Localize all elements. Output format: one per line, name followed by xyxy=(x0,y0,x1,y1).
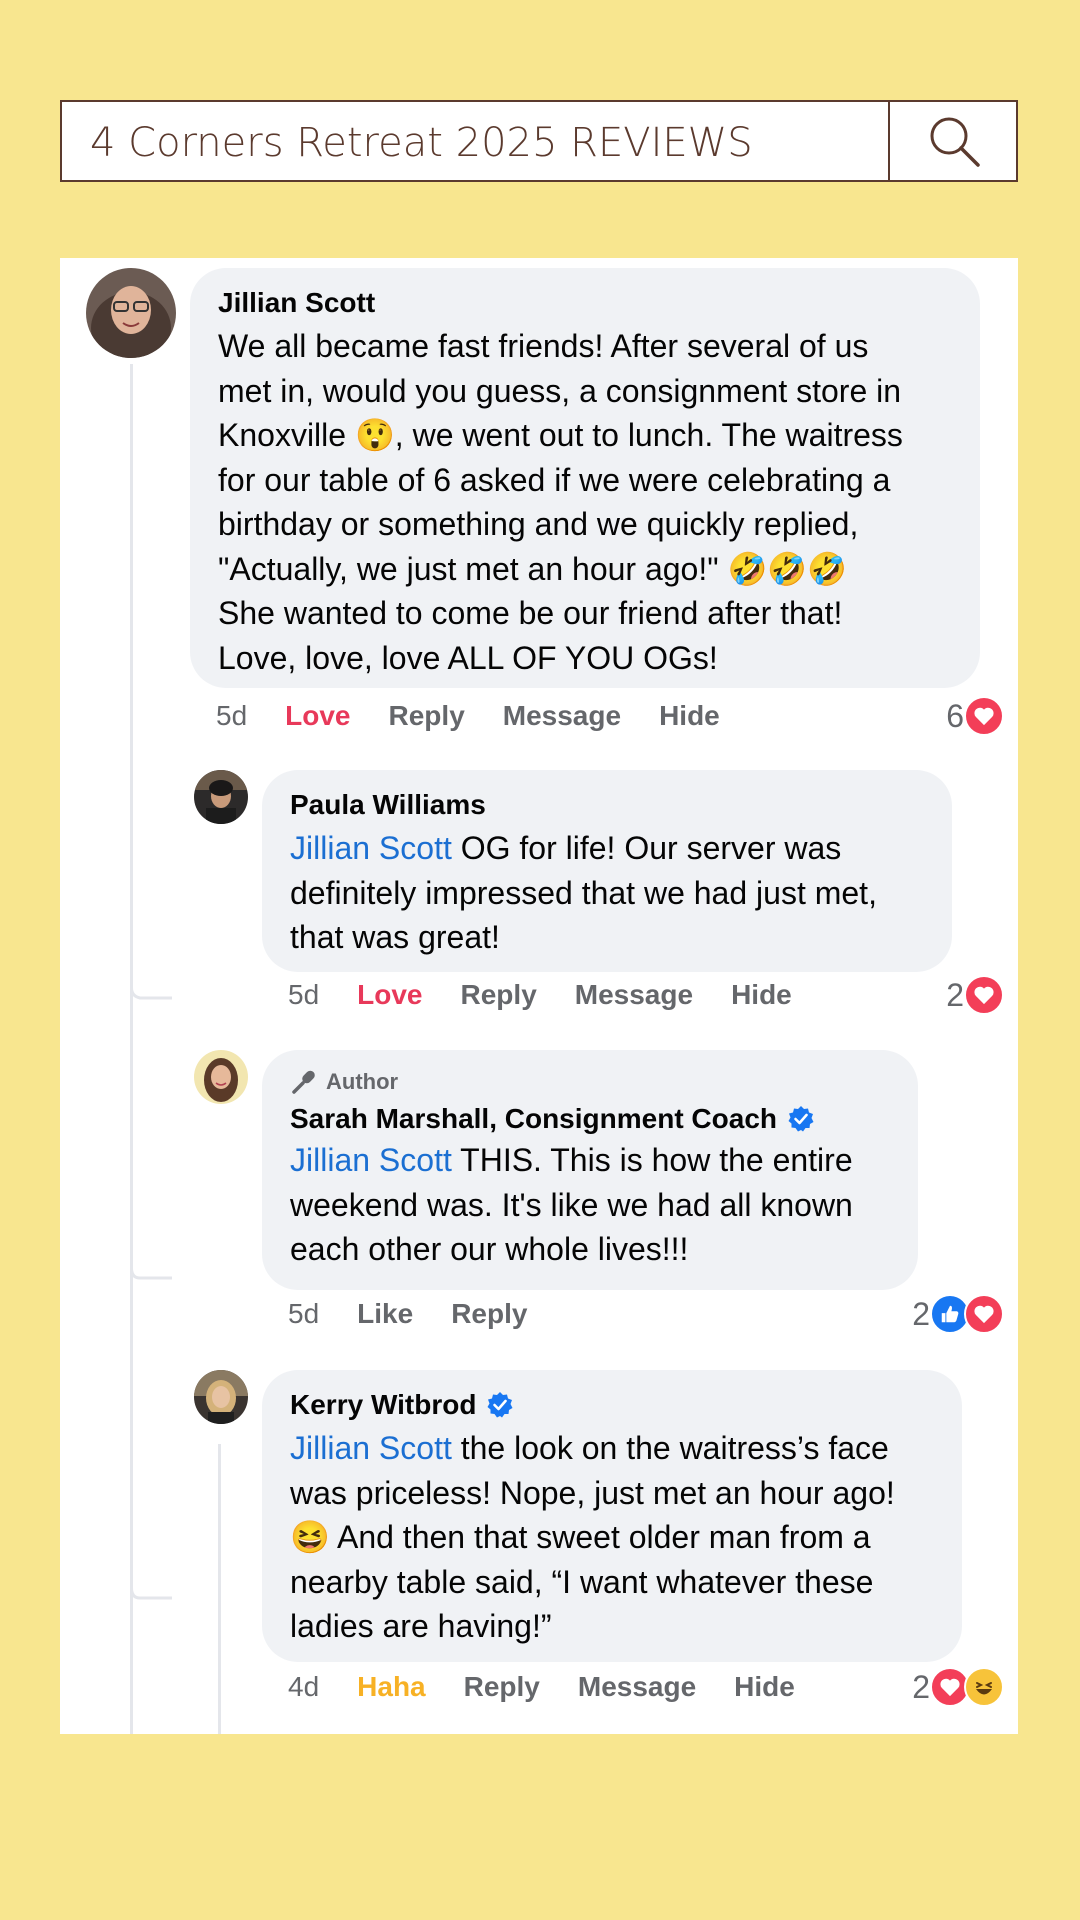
comment-bubble: Kerry Witbrod Jillian Scott the look on … xyxy=(262,1370,962,1662)
thread-connectors xyxy=(130,958,172,1600)
mention-link[interactable]: Jillian Scott xyxy=(290,1430,452,1466)
search-input[interactable]: 4 Corners Retreat 2025 REVIEWS xyxy=(90,102,753,180)
comment-line: nearby table said, “I want whatever thes… xyxy=(290,1563,874,1600)
timestamp[interactable]: 4d xyxy=(288,1671,319,1703)
comment-line: Love, love, love ALL OF YOU OGs! xyxy=(218,639,718,676)
comment-text: Jillian Scott OG for life! Our server wa… xyxy=(290,826,924,960)
love-button[interactable]: Love xyxy=(357,979,422,1011)
reaction-count: 2 xyxy=(912,1668,930,1705)
reaction-count: 6 xyxy=(946,697,964,734)
comment-line: for our table of 6 asked if we were cele… xyxy=(218,461,891,498)
comment-line: met in, would you guess, a consignment s… xyxy=(218,372,902,409)
commenter-name-row: Kerry Witbrod xyxy=(290,1388,934,1422)
comment-actions: 5d Love Reply Message Hide xyxy=(216,700,720,732)
comment-line: that was great! xyxy=(290,919,500,955)
reaction-summary[interactable]: 2 xyxy=(946,975,1004,1015)
reaction-summary[interactable]: 2 xyxy=(912,1294,1004,1334)
comment-panel: Jillian Scott We all became fast friends… xyxy=(60,258,1018,1734)
reply-button[interactable]: Reply xyxy=(451,1298,527,1330)
comment-bubble: Jillian Scott We all became fast friends… xyxy=(190,268,980,688)
search-bar[interactable]: 4 Corners Retreat 2025 REVIEWS xyxy=(60,100,1018,182)
avatar-jillian-scott[interactable] xyxy=(86,268,176,358)
commenter-name[interactable]: Kerry Witbrod xyxy=(290,1388,476,1422)
search-button[interactable] xyxy=(890,102,1018,180)
timestamp[interactable]: 5d xyxy=(288,1298,319,1330)
comment-bubble: Paula Williams Jillian Scott OG for life… xyxy=(262,770,952,972)
comment-line: ladies are having!” xyxy=(290,1608,552,1644)
search-icon xyxy=(930,117,980,167)
commenter-name-row: Sarah Marshall, Consignment Coach xyxy=(290,1102,890,1136)
comment-actions: 5d Like Reply xyxy=(288,1298,527,1330)
verified-badge-icon xyxy=(787,1105,815,1133)
comment-line-text: the look on the waitress’s face xyxy=(451,1430,889,1466)
comment-line: definitely impressed that we had just me… xyxy=(290,874,877,911)
love-button[interactable]: Love xyxy=(285,700,350,732)
comment-line: each other our whole lives!!! xyxy=(290,1231,689,1267)
comment-line-text: THIS. This is how the entire xyxy=(451,1142,853,1178)
reaction-count: 2 xyxy=(946,976,964,1013)
comment-line: Jillian Scott OG for life! Our server wa… xyxy=(290,826,924,871)
comment-line: birthday or something and we quickly rep… xyxy=(218,506,859,542)
hide-button[interactable]: Hide xyxy=(659,700,720,732)
avatar-sarah-marshall[interactable] xyxy=(194,1050,248,1104)
comment-line: We all became fast friends! After severa… xyxy=(218,328,869,364)
reaction-summary[interactable]: 2 xyxy=(912,1667,1004,1707)
commenter-name[interactable]: Sarah Marshall, Consignment Coach xyxy=(290,1102,777,1136)
comment-actions: 5d Love Reply Message Hide xyxy=(288,979,792,1011)
love-reaction-icon xyxy=(964,696,1004,736)
comment-text: Jillian Scott THIS. This is how the enti… xyxy=(290,1138,890,1272)
mention-link[interactable]: Jillian Scott xyxy=(290,830,452,866)
haha-button[interactable]: Haha xyxy=(357,1671,425,1703)
hide-button[interactable]: Hide xyxy=(731,979,792,1011)
message-button[interactable]: Message xyxy=(578,1671,696,1703)
author-label: Author xyxy=(326,1069,399,1094)
mention-link[interactable]: Jillian Scott xyxy=(290,1142,452,1178)
comment-line: 😆 And then that sweet older man from a xyxy=(290,1519,871,1555)
timestamp[interactable]: 5d xyxy=(288,979,319,1011)
message-button[interactable]: Message xyxy=(575,979,693,1011)
verified-badge-icon xyxy=(486,1391,514,1419)
comment-line: Jillian Scott THIS. This is how the enti… xyxy=(290,1138,890,1183)
comment-line: was priceless! Nope, just met an hour ag… xyxy=(290,1474,895,1511)
comment-line: Jillian Scott the look on the waitress’s… xyxy=(290,1426,934,1471)
comment-line: weekend was. It's like we had all known xyxy=(290,1186,853,1223)
haha-reaction-icon xyxy=(964,1667,1004,1707)
love-reaction-icon xyxy=(964,1294,1004,1334)
reaction-summary[interactable]: 6 xyxy=(946,696,1004,736)
author-badge: Author xyxy=(290,1068,890,1096)
reply-thread-line xyxy=(218,1444,221,1734)
reply-button[interactable]: Reply xyxy=(464,1671,540,1703)
comment-line: She wanted to come be our friend after t… xyxy=(218,595,843,631)
comment-text: We all became fast friends! After severa… xyxy=(218,324,952,680)
like-button[interactable]: Like xyxy=(357,1298,413,1330)
timestamp[interactable]: 5d xyxy=(216,700,247,732)
comment-line: "Actually, we just met an hour ago!" 🤣🤣🤣 xyxy=(218,550,848,587)
comment-bubble: Author Sarah Marshall, Consignment Coach… xyxy=(262,1050,918,1290)
love-reaction-icon xyxy=(964,975,1004,1015)
commenter-name[interactable]: Paula Williams xyxy=(290,788,924,822)
comment-text: Jillian Scott the look on the waitress’s… xyxy=(290,1426,934,1649)
avatar-paula-williams[interactable] xyxy=(194,770,248,824)
reply-button[interactable]: Reply xyxy=(461,979,537,1011)
comment-line-text: OG for life! Our server was xyxy=(451,830,842,866)
microphone-icon xyxy=(292,1070,315,1094)
comment-line: Knoxville 😲, we went out to lunch. The w… xyxy=(218,417,903,453)
message-button[interactable]: Message xyxy=(503,700,621,732)
comment-actions: 4d Haha Reply Message Hide xyxy=(288,1671,795,1703)
reaction-count: 2 xyxy=(912,1295,930,1332)
hide-button[interactable]: Hide xyxy=(734,1671,795,1703)
avatar-kerry-witbrod[interactable] xyxy=(194,1370,248,1424)
commenter-name[interactable]: Jillian Scott xyxy=(218,286,952,320)
reply-button[interactable]: Reply xyxy=(389,700,465,732)
